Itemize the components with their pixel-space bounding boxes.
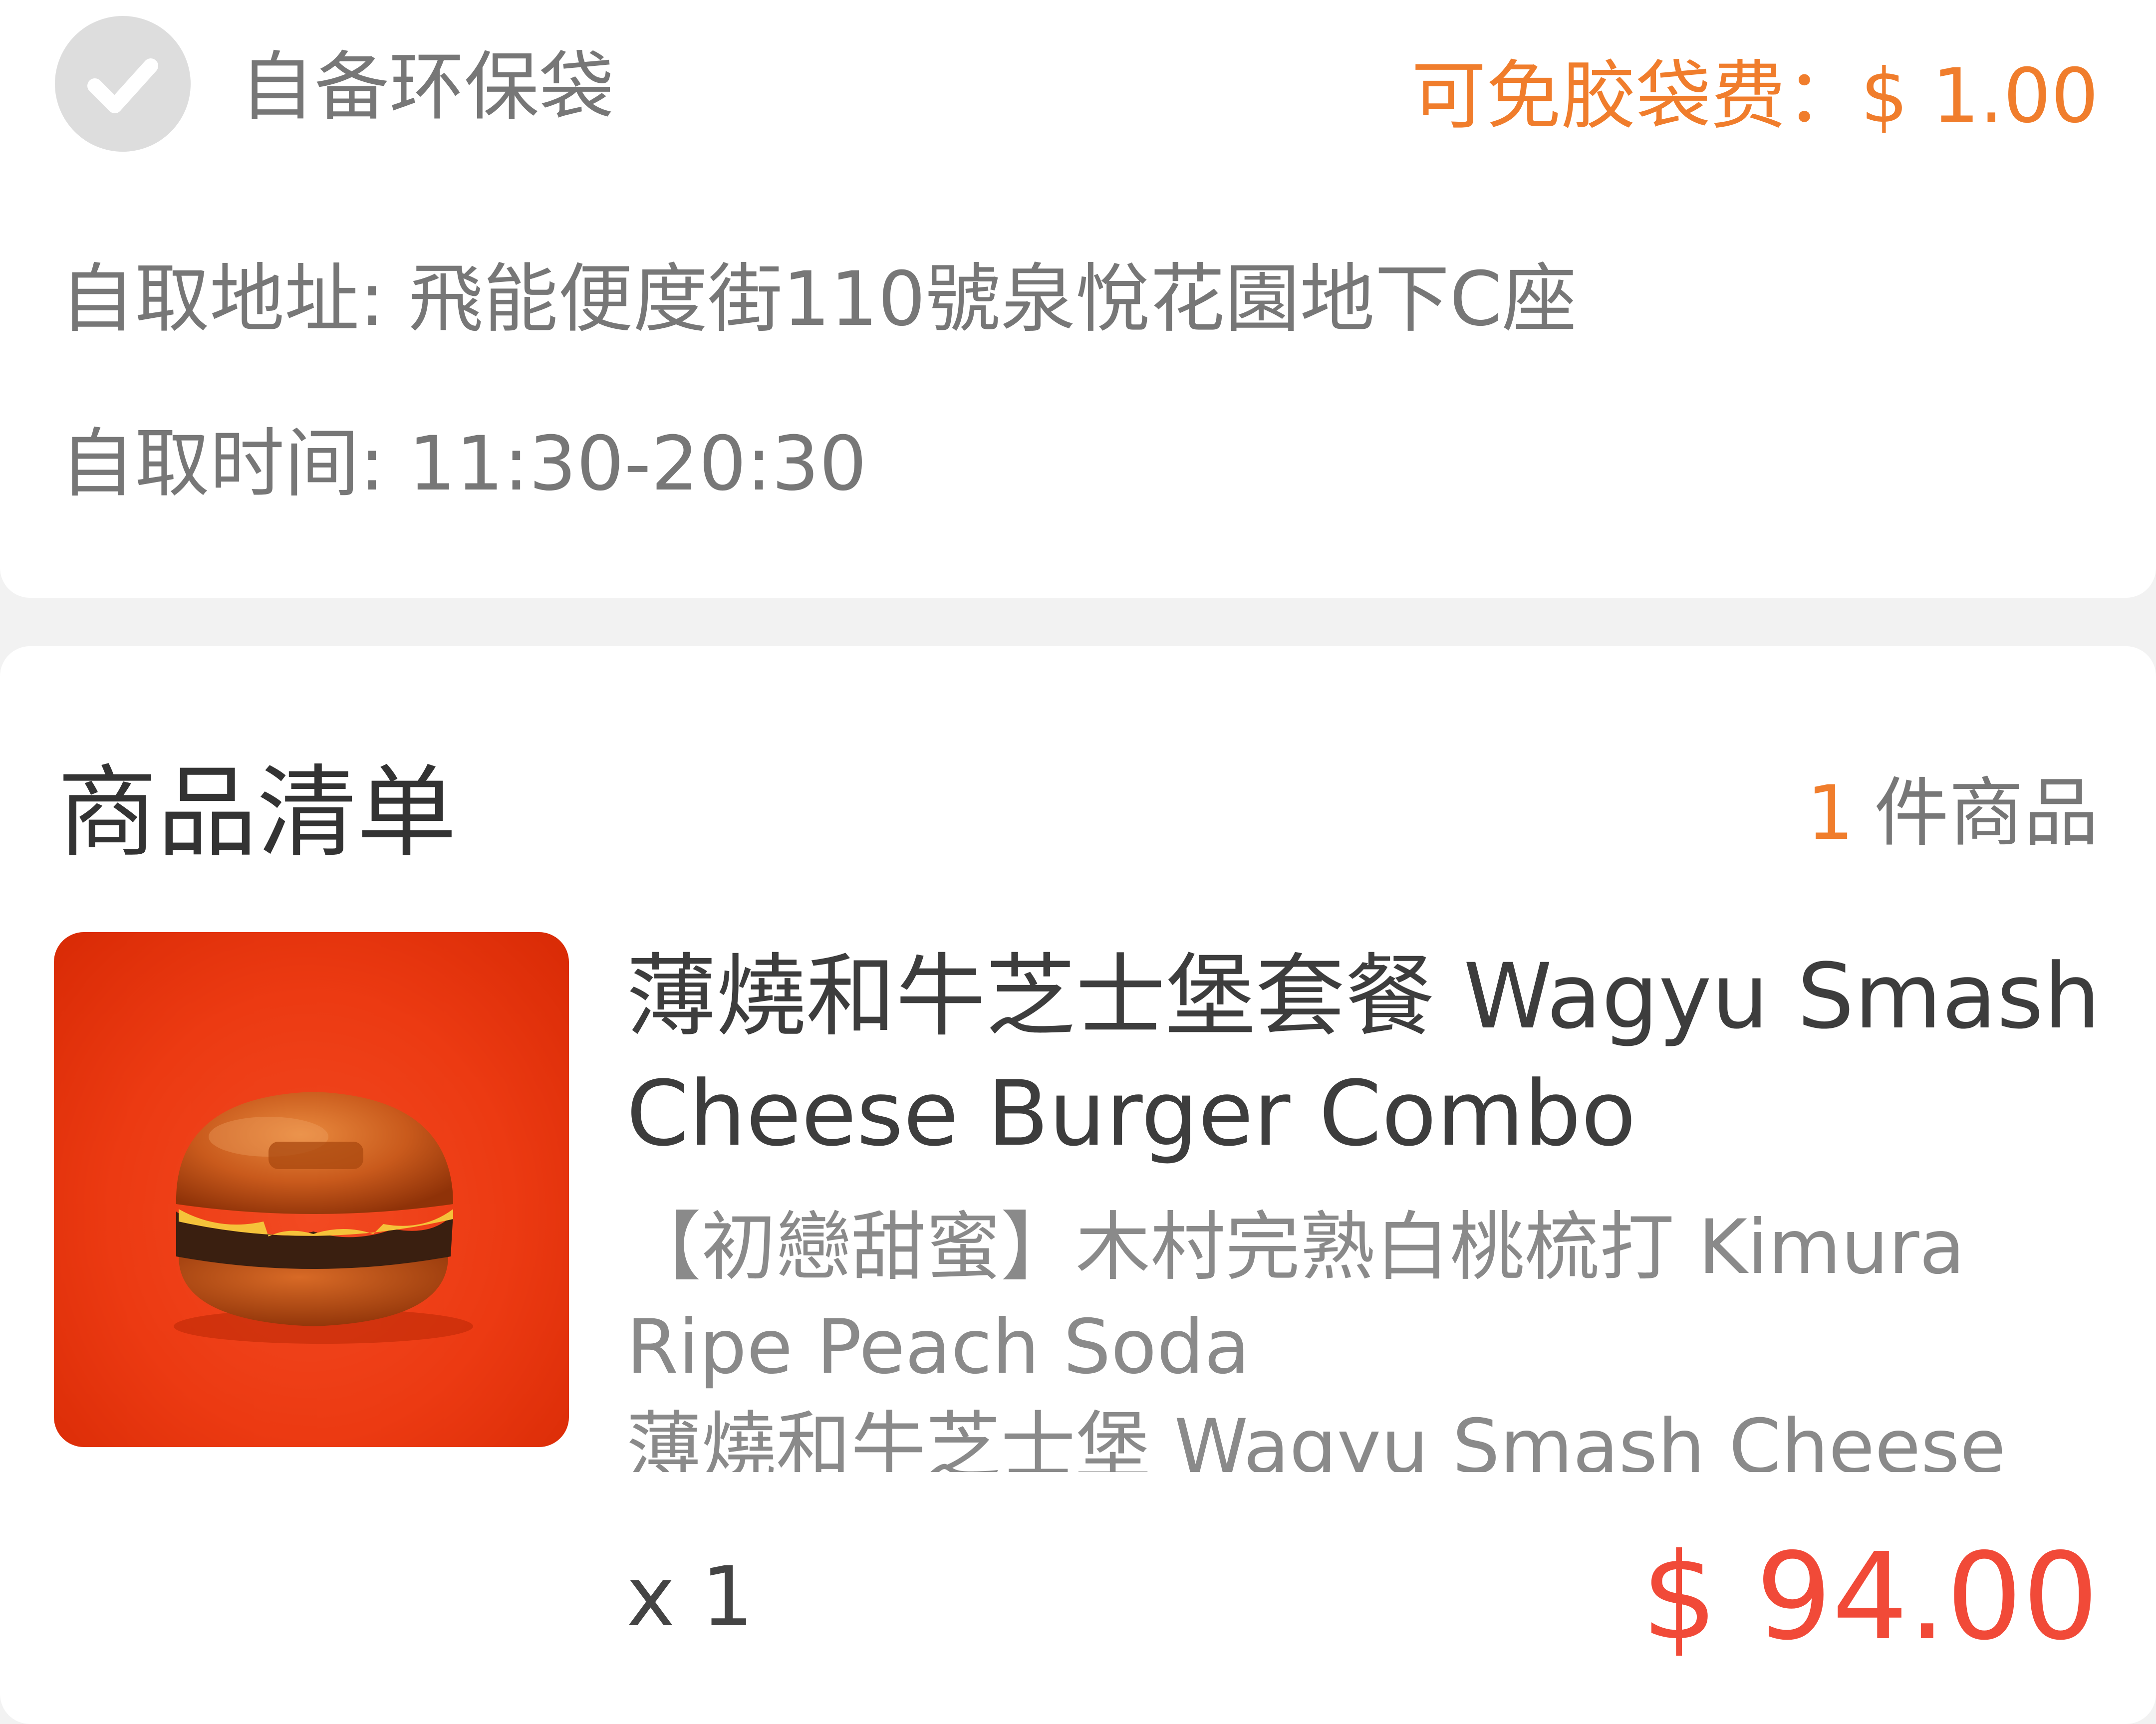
burger-image bbox=[174, 1092, 473, 1344]
order-list-title: 商品清单 bbox=[57, 755, 457, 871]
item-count-number: 1 bbox=[1806, 770, 1854, 857]
check-icon bbox=[87, 58, 158, 113]
pickup-address: 自取地址: 飛能便度街110號泉悅花園地下C座 bbox=[60, 256, 1577, 343]
product-options: 【初戀甜蜜】木村完熟白桃梳打 Kimura Ripe Peach Soda 薄燒… bbox=[626, 1198, 2104, 1472]
product-image[interactable] bbox=[54, 932, 569, 1447]
product-name: 薄燒和牛芝士堡套餐 Wagyu Smash Cheese Burger Comb… bbox=[626, 945, 2101, 1166]
product-price: $ 94.00 bbox=[1641, 1527, 2099, 1667]
bag-fee-waiver: 可免胶袋费：$ 1.00 bbox=[1411, 53, 2099, 140]
item-count-label: 件商品 bbox=[1874, 770, 2099, 857]
pickup-time: 自取时间: 11:30-20:30 bbox=[60, 421, 867, 507]
eco-bag-checkbox[interactable] bbox=[55, 16, 191, 152]
product-quantity: x 1 bbox=[626, 1549, 754, 1645]
eco-bag-label[interactable]: 自备环保袋 bbox=[240, 45, 614, 130]
product-option: 【初戀甜蜜】木村完熟白桃梳打 Kimura Ripe Peach Soda bbox=[626, 1204, 1965, 1391]
pickup-card: 自备环保袋 可免胶袋费：$ 1.00 自取地址: 飛能便度街110號泉悅花園地下… bbox=[0, 0, 2156, 598]
product-option: 薄燒和牛芝士堡 Wagyu Smash Cheese bbox=[626, 1404, 2006, 1472]
item-count: 1 件商品 bbox=[1807, 771, 2099, 856]
